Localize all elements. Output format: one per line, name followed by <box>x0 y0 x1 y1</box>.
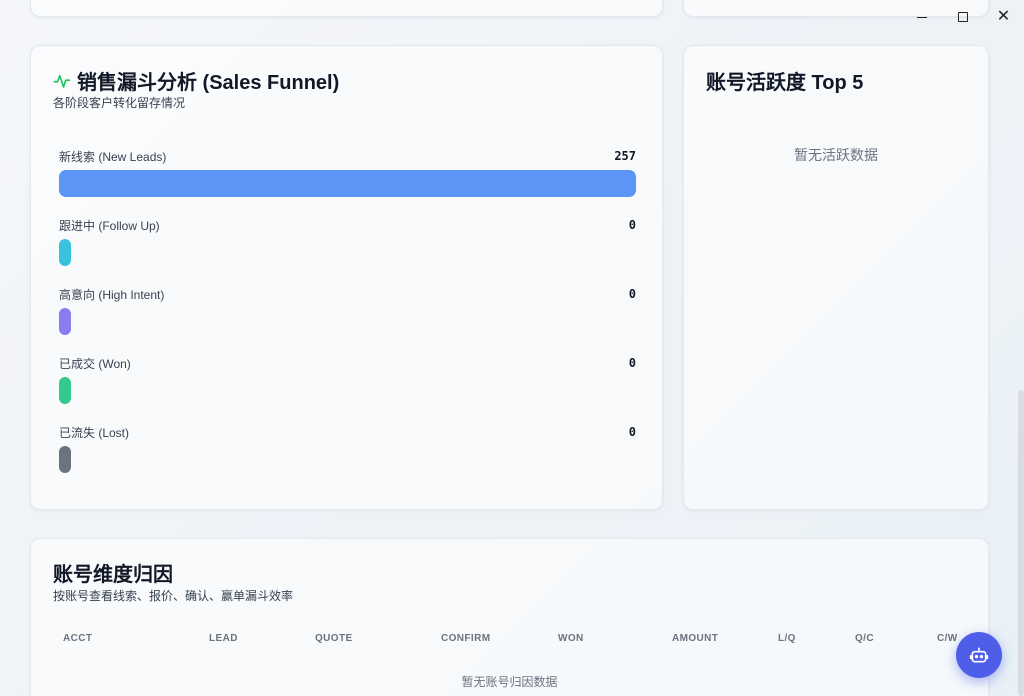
column-header[interactable]: ACCT <box>63 633 92 644</box>
funnel-stage-track <box>59 377 636 404</box>
column-header[interactable]: C/W <box>937 633 958 644</box>
funnel-subtitle: 各阶段客户转化留存情况 <box>53 96 186 110</box>
summary-card-left <box>30 0 663 17</box>
column-header[interactable]: L/Q <box>778 633 796 644</box>
activity-title: 账号活跃度 Top 5 <box>706 72 864 94</box>
funnel-title: 销售漏斗分析 (Sales Funnel) <box>53 66 339 95</box>
funnel-stage-label: 新线索 (New Leads) <box>59 149 167 164</box>
funnel-stage-label: 跟进中 (Follow Up) <box>59 218 160 233</box>
funnel-stage-label: 已流失 (Lost) <box>59 425 130 440</box>
funnel-stage-head: 已流失 (Lost) 0 <box>59 423 636 441</box>
page-scrollbar[interactable] <box>1018 390 1024 696</box>
attribution-title: 账号维度归因 <box>53 564 173 586</box>
funnel-stage-bar <box>59 239 71 266</box>
attribution-subtitle: 按账号查看线索、报价、确认、赢单漏斗效率 <box>53 589 294 603</box>
close-icon: ✕ <box>996 8 1011 25</box>
close-button[interactable]: ✕ <box>983 0 1024 34</box>
funnel-stage-bar <box>59 446 71 473</box>
funnel-stage-label: 高意向 (High Intent) <box>59 287 165 302</box>
funnel-stage-track <box>59 446 636 473</box>
funnel-stage: 高意向 (High Intent) 0 <box>59 285 636 335</box>
funnel-title-text: 销售漏斗分析 (Sales Funnel) <box>77 72 340 94</box>
funnel-stage: 已流失 (Lost) 0 <box>59 423 636 473</box>
funnel-stage-head: 新线索 (New Leads) 257 <box>59 147 636 165</box>
maximize-button[interactable] <box>942 0 983 34</box>
funnel-stage-track <box>59 170 636 197</box>
assistant-button[interactable] <box>956 632 1002 678</box>
column-header[interactable]: Q/C <box>855 633 874 644</box>
activity-empty-state: 暂无活跃数据 <box>794 147 878 163</box>
robot-icon <box>969 647 989 663</box>
column-header[interactable]: QUOTE <box>315 633 353 644</box>
maximize-icon <box>957 12 968 22</box>
funnel-stage: 新线索 (New Leads) 257 <box>59 147 636 197</box>
funnel-stage: 跟进中 (Follow Up) 0 <box>59 216 636 266</box>
minimize-button[interactable] <box>901 0 942 34</box>
column-header[interactable]: AMOUNT <box>672 633 718 644</box>
funnel-stage-head: 已成交 (Won) 0 <box>59 354 636 372</box>
account-attribution-card: 账号维度归因 按账号查看线索、报价、确认、赢单漏斗效率 ACCT LEAD QUOT… <box>30 538 989 696</box>
funnel-stage-bar <box>59 308 71 335</box>
funnel-stage-count: 0 <box>628 218 636 232</box>
account-activity-card: 账号活跃度 Top 5 暂无活跃数据 <box>683 45 989 510</box>
attribution-empty-state: 暂无账号归因数据 <box>461 675 558 689</box>
funnel-stage-track <box>59 239 636 266</box>
funnel-stage-bar <box>59 377 71 404</box>
activity-icon <box>53 74 71 88</box>
funnel-stage-head: 高意向 (High Intent) 0 <box>59 285 636 303</box>
funnel-stage-bar <box>59 170 636 197</box>
funnel-stage-count: 0 <box>628 425 636 439</box>
funnel-stage-label: 已成交 (Won) <box>59 356 131 371</box>
funnel-stage-count: 0 <box>628 287 636 301</box>
column-header[interactable]: LEAD <box>209 633 238 644</box>
funnel-stage-count: 257 <box>614 149 636 163</box>
funnel-stage-head: 跟进中 (Follow Up) 0 <box>59 216 636 234</box>
minimize-icon <box>916 16 927 18</box>
funnel-stage: 已成交 (Won) 0 <box>59 354 636 404</box>
column-header[interactable]: WON <box>558 633 584 644</box>
window-controls: ✕ <box>894 0 1024 34</box>
column-header[interactable]: CONFIRM <box>441 633 490 644</box>
funnel-stage-track <box>59 308 636 335</box>
funnel-stage-count: 0 <box>628 356 636 370</box>
sales-funnel-card: 销售漏斗分析 (Sales Funnel) 各阶段客户转化留存情况 新线索 (N… <box>30 45 663 510</box>
